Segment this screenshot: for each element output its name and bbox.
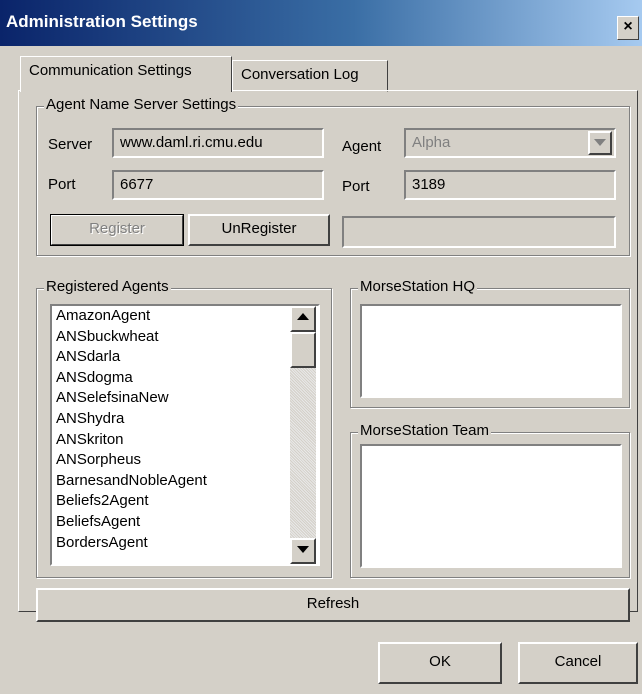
list-item[interactable]: ANSbuckwheat	[52, 327, 318, 348]
registered-agents-list[interactable]: AmazonAgent ANSbuckwheat ANSdarla ANSdog…	[50, 304, 320, 566]
agent-dropdown-button[interactable]	[588, 131, 612, 155]
status-field	[342, 216, 616, 248]
morse-hq-list[interactable]	[360, 304, 622, 398]
agent-select-value: Alpha	[412, 134, 451, 151]
scroll-down-button[interactable]	[290, 538, 316, 564]
unregister-button[interactable]: UnRegister	[188, 214, 330, 246]
morse-team-label: MorseStation Team	[358, 422, 491, 439]
ok-button[interactable]: OK	[378, 642, 502, 684]
chevron-down-icon	[594, 139, 606, 146]
port-label: Port	[48, 176, 76, 193]
list-item[interactable]: BarnesandNobleAgent	[52, 471, 318, 492]
server-field[interactable]: www.daml.ri.cmu.edu	[112, 128, 324, 158]
register-button[interactable]: Register	[50, 214, 184, 246]
server-label: Server	[48, 136, 93, 153]
port-field[interactable]: 6677	[112, 170, 324, 200]
agent-port-field[interactable]: 3189	[404, 170, 616, 200]
morse-hq-label: MorseStation HQ	[358, 278, 478, 295]
list-item[interactable]: ANSdarla	[52, 347, 318, 368]
list-item[interactable]: AmazonAgent	[52, 306, 318, 327]
scroll-up-button[interactable]	[290, 306, 316, 332]
list-item[interactable]: Beliefs2Agent	[52, 491, 318, 512]
list-item[interactable]: BeliefsAgent	[52, 512, 318, 533]
agent-select[interactable]: Alpha	[404, 128, 616, 158]
list-item[interactable]: ANSdogma	[52, 368, 318, 389]
close-icon: ×	[623, 18, 633, 35]
list-item[interactable]: ANShydra	[52, 409, 318, 430]
tab-conversation-log[interactable]: Conversation Log	[232, 60, 388, 92]
window-title: Administration Settings	[6, 12, 198, 31]
morse-team-list[interactable]	[360, 444, 622, 568]
list-item[interactable]: ANSelefsinaNew	[52, 388, 318, 409]
ans-settings-group-label: Agent Name Server Settings	[44, 96, 239, 113]
tab-communication-settings[interactable]: Communication Settings	[20, 56, 232, 92]
refresh-button[interactable]: Refresh	[36, 588, 630, 622]
list-item[interactable]: BordersAgent	[52, 533, 318, 554]
arrow-down-icon	[297, 546, 309, 553]
agent-label: Agent	[342, 138, 382, 155]
list-item[interactable]: ANSorpheus	[52, 450, 318, 471]
close-button[interactable]: ×	[617, 16, 639, 40]
agent-port-label: Port	[342, 178, 370, 195]
arrow-up-icon	[297, 313, 309, 320]
registered-agents-label: Registered Agents	[44, 278, 171, 295]
cancel-button[interactable]: Cancel	[518, 642, 638, 684]
list-item[interactable]: ANSkriton	[52, 430, 318, 451]
scroll-thumb[interactable]	[290, 332, 316, 368]
